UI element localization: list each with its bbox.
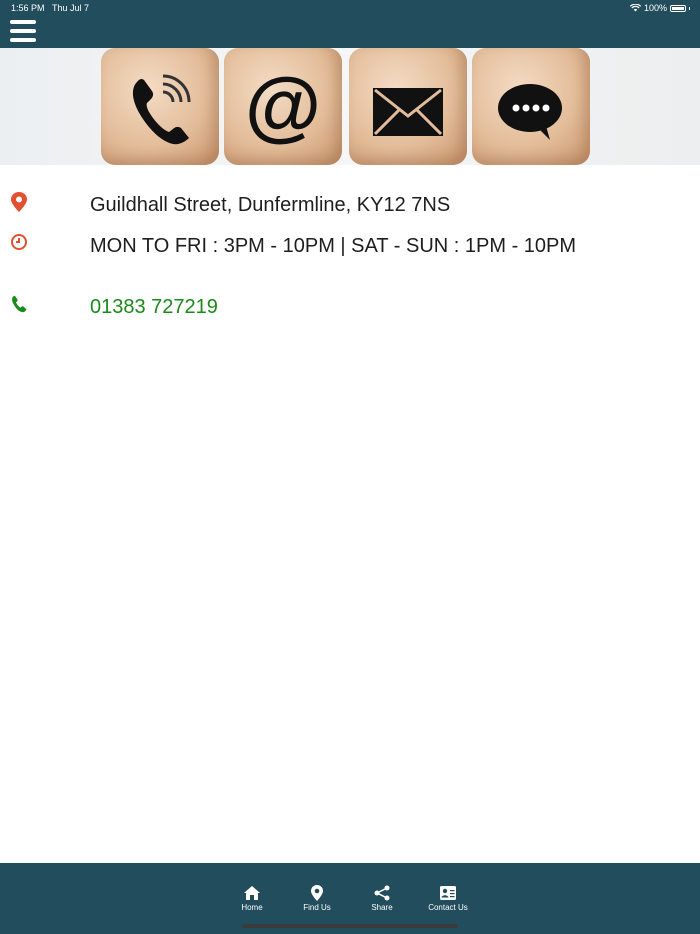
at-sign-icon: @: [245, 61, 321, 149]
clock-icon: [11, 234, 27, 250]
battery-icon: [670, 4, 686, 12]
at-sign-cube: @: [224, 48, 342, 165]
tab-contact-us-label: Contact Us: [428, 903, 468, 912]
status-date: Thu Jul 7: [52, 3, 90, 13]
location-pin-icon: [311, 885, 323, 901]
battery-percent: 100%: [643, 3, 667, 13]
wifi-icon: [629, 4, 641, 12]
phone-number-link[interactable]: 01383 727219: [90, 296, 218, 319]
tab-home-label: Home: [241, 903, 263, 912]
contact-banner-image: @: [0, 48, 700, 165]
status-bar-right: 100%: [629, 3, 690, 13]
tab-share-label: Share: [371, 903, 393, 912]
chat-cube: [472, 48, 590, 165]
status-bar-time: 1:56 PM Thu Jul 7: [11, 3, 89, 13]
menu-icon[interactable]: [10, 20, 36, 42]
location-pin-icon: [11, 192, 27, 212]
address-text: Guildhall Street, Dunfermline, KY12 7NS: [90, 194, 451, 216]
tab-share[interactable]: Share: [352, 885, 412, 912]
envelope-cube: [349, 48, 467, 165]
home-icon: [244, 886, 260, 900]
phone-icon: [12, 295, 27, 313]
chat-bubble-icon: [498, 84, 562, 140]
tab-contact-us[interactable]: Contact Us: [418, 885, 478, 912]
home-indicator: [242, 924, 458, 928]
contact-card-icon: [440, 886, 456, 900]
phone-icon: [132, 74, 191, 145]
envelope-icon: [373, 88, 443, 136]
header-bar: 1:56 PM Thu Jul 7 100%: [0, 0, 700, 48]
opening-hours-text: MON TO FRI : 3PM - 10PM | SAT - SUN : 1P…: [90, 235, 577, 257]
tab-home[interactable]: Home: [222, 885, 282, 912]
status-time: 1:56 PM: [11, 3, 45, 13]
tab-find-us[interactable]: Find Us: [287, 885, 347, 912]
tab-find-us-label: Find Us: [303, 903, 331, 912]
svg-text:@: @: [245, 61, 321, 149]
share-icon: [374, 885, 390, 901]
battery-cap: [689, 6, 690, 10]
phone-cube: [101, 48, 219, 165]
